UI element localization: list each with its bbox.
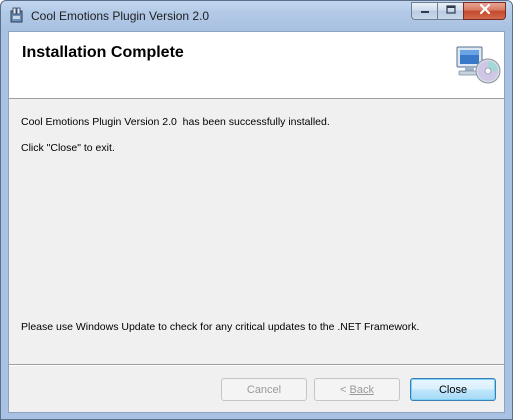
maximize-button[interactable] — [437, 2, 463, 20]
maximize-icon — [445, 2, 456, 20]
back-label: Back — [349, 383, 374, 396]
cancel-button[interactable]: Cancel — [221, 378, 307, 401]
success-message: Cool Emotions Plugin Version 2.0 has bee… — [21, 116, 330, 128]
back-prefix: < — [340, 383, 350, 396]
installer-window: Cool Emotions Plugin Version 2.0 Install… — [0, 0, 513, 420]
installer-icon[interactable] — [9, 7, 25, 23]
minimize-button[interactable] — [411, 2, 437, 20]
back-button[interactable]: < Back — [314, 378, 400, 401]
footer-divider — [9, 364, 504, 366]
caption-buttons — [411, 2, 506, 21]
close-icon — [479, 2, 491, 20]
close-window-button[interactable] — [463, 2, 506, 20]
close-button[interactable]: Close — [410, 378, 496, 401]
windows-update-note: Please use Windows Update to check for a… — [21, 321, 420, 333]
page-title: Installation Complete — [22, 44, 184, 61]
exit-instruction: Click "Close" to exit. — [21, 142, 115, 154]
window-title: Cool Emotions Plugin Version 2.0 — [31, 9, 210, 23]
wizard-panel: Installation Complete Cool Emotions Plug… — [8, 31, 505, 413]
minimize-icon — [420, 2, 430, 20]
wizard-banner: Installation Complete — [9, 32, 504, 99]
computer-cd-icon — [455, 44, 501, 86]
title-bar[interactable]: Cool Emotions Plugin Version 2.0 — [1, 1, 512, 31]
